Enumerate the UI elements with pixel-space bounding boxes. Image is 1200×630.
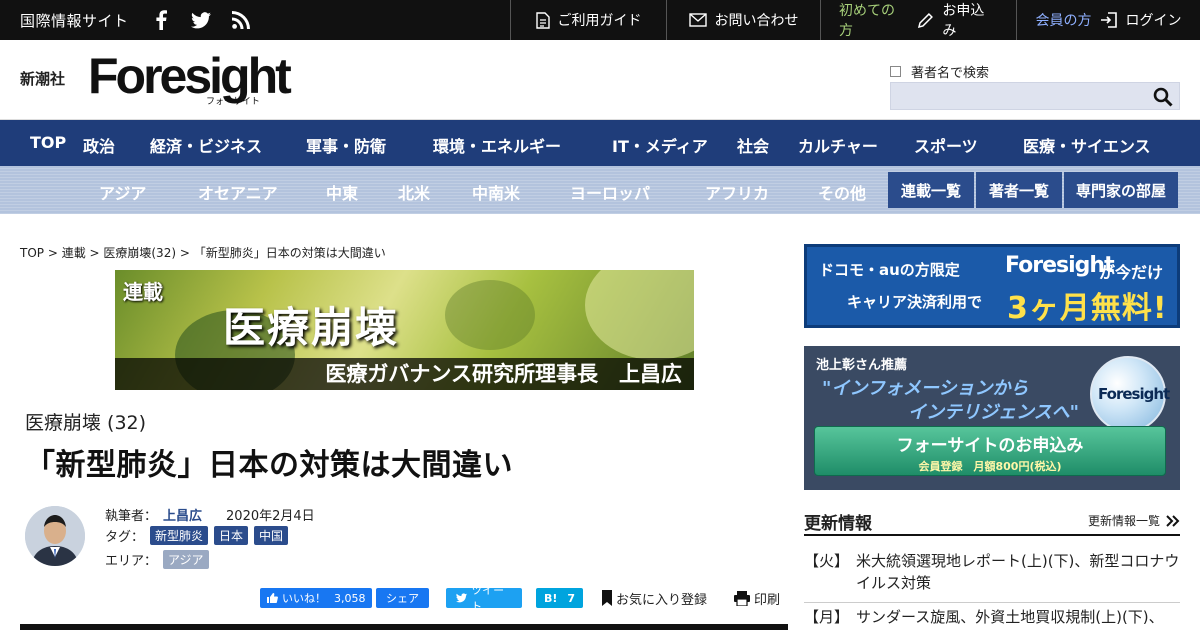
region-latin-america[interactable]: 中南米: [472, 180, 520, 204]
tweet-button[interactable]: ツイート: [446, 584, 522, 613]
region-asia[interactable]: アジア: [99, 180, 146, 204]
document-icon: [535, 11, 550, 29]
author-search-toggle[interactable]: 著者名で検索: [890, 62, 989, 81]
region-other[interactable]: その他: [818, 180, 866, 204]
series-list-button[interactable]: 連載一覧: [888, 172, 974, 208]
banner-decoration: [445, 280, 535, 350]
mail-icon: [688, 13, 707, 27]
article-title: 「新型肺炎」日本の対策は大間違い: [25, 448, 513, 483]
facebook-share-button[interactable]: シェア: [376, 588, 429, 608]
banner-subtitle: 医療ガバナンス研究所理事長 上昌広: [115, 358, 694, 390]
publish-date: 2020年2月4日: [226, 509, 315, 524]
breadcrumb[interactable]: TOP > 連載 > 医療崩壊(32) > 「新型肺炎」日本の対策は大間違い: [20, 244, 386, 261]
author-list-button[interactable]: 著者一覧: [976, 172, 1062, 208]
site-header: 新潮社 Foresight フォーサイト 著者名で検索: [0, 40, 1200, 120]
social-links: [151, 10, 251, 30]
region-north-america[interactable]: 北米: [398, 180, 430, 204]
tag-chip[interactable]: 日本: [214, 526, 249, 545]
site-logo-sub: フォーサイト: [206, 97, 260, 107]
region-europe[interactable]: ヨーロッパ: [570, 180, 650, 204]
twitter-icon: [456, 593, 468, 603]
banner-title: 医療崩壊: [223, 303, 400, 352]
nav-environment[interactable]: 環境・エネルギー: [433, 133, 561, 157]
series-banner[interactable]: 連載 医療崩壊 医療ガバナンス研究所理事長 上昌広: [115, 270, 694, 390]
region-nav: アジア オセアニア 中東 北米 中南米 ヨーロッパ アフリカ その他 連載一覧 …: [0, 166, 1200, 214]
nav-it-media[interactable]: IT・メディア: [612, 133, 708, 157]
top-links: ご利用ガイド お問い合わせ 初めての方 お申込み 会員の方 ログイン: [510, 0, 1200, 40]
hatena-bookmark-button[interactable]: B! 7: [536, 588, 584, 608]
twitter-icon[interactable]: [190, 10, 211, 30]
subscription-ad: 池上彰さん推薦 "インフォメーションから インテリジェンスへ" Foresigh…: [804, 346, 1180, 490]
nav-sports[interactable]: スポーツ: [914, 133, 978, 157]
banner-label: 連載: [123, 280, 163, 304]
bookmark-icon: [602, 590, 612, 606]
globe-icon: Foresight: [1090, 356, 1170, 432]
subscribe-button[interactable]: フォーサイトのお申込み 会員登録 月額800円(税込): [814, 426, 1166, 476]
nav-economy[interactable]: 経済・ビジネス: [150, 133, 262, 157]
rss-icon[interactable]: [231, 10, 251, 30]
banner-decoration: [585, 270, 694, 360]
divider: [804, 602, 1180, 603]
ad-brand-logo: Foresight: [1005, 253, 1115, 278]
tag-chip[interactable]: 新型肺炎: [150, 526, 209, 545]
updates-heading: 更新情報: [804, 514, 872, 534]
contact-link[interactable]: お問い合わせ: [666, 0, 820, 40]
double-chevron-right-icon: [1166, 514, 1180, 527]
updates-more-link[interactable]: 更新情報一覧: [1088, 512, 1180, 529]
nav-top[interactable]: TOP: [30, 133, 66, 152]
updates-header: 更新情報 更新情報一覧: [804, 508, 1180, 536]
favorite-button[interactable]: お気に入り登録: [602, 588, 707, 608]
author-avatar[interactable]: [25, 506, 85, 566]
author-search-checkbox[interactable]: [890, 66, 901, 77]
nav-medical-science[interactable]: 医療・サイエンス: [1023, 133, 1151, 157]
area-chip[interactable]: アジア: [163, 550, 209, 569]
nav-culture[interactable]: カルチャー: [798, 133, 878, 157]
main-nav: TOP 政治 経済・ビジネス 軍事・防衛 環境・エネルギー IT・メディア 社会…: [0, 120, 1200, 166]
search-icon[interactable]: [1153, 87, 1173, 107]
print-button[interactable]: 印刷: [734, 588, 780, 608]
nav-military[interactable]: 軍事・防衛: [306, 133, 386, 157]
region-africa[interactable]: アフリカ: [705, 180, 769, 204]
region-middle-east[interactable]: 中東: [326, 180, 358, 204]
author-link[interactable]: 上昌広: [163, 505, 202, 524]
region-oceania[interactable]: オセアニア: [198, 180, 278, 204]
tag-chip[interactable]: 中国: [254, 526, 289, 545]
site-name: 国際情報サイト: [20, 11, 129, 30]
content-divider: [20, 624, 788, 630]
guide-link[interactable]: ご利用ガイド: [510, 0, 666, 40]
apply-link[interactable]: 初めての方 お申込み: [820, 0, 1016, 40]
thumbs-up-icon: [267, 593, 278, 603]
carrier-campaign-ad[interactable]: ドコモ・auの方限定 キャリア決済利用で Foresight が今だけ 3ヶ月無…: [804, 244, 1180, 328]
search-input[interactable]: [890, 82, 1180, 110]
publisher-name: 新潮社: [20, 70, 66, 88]
series-name[interactable]: 医療崩壊 (32): [25, 408, 146, 435]
top-bar: 国際情報サイト ご利用ガイド お問い合わせ 初めての方 お申込み 会員の方 ログ…: [0, 0, 1200, 40]
author-line: 執筆者： 上昌広 2020年2月4日: [105, 505, 315, 524]
printer-icon: [734, 590, 750, 606]
facebook-icon[interactable]: [151, 10, 171, 30]
tags-line: タグ： 新型肺炎 日本 中国: [105, 526, 289, 545]
experts-room-button[interactable]: 専門家の部屋: [1064, 172, 1178, 208]
area-line: エリア： アジア: [105, 550, 209, 569]
nav-politics[interactable]: 政治: [83, 133, 115, 157]
pencil-icon: [917, 12, 933, 28]
nav-society[interactable]: 社会: [737, 133, 769, 157]
login-icon: [1100, 12, 1117, 28]
facebook-like-button[interactable]: いいね！ 3,058: [260, 588, 372, 608]
login-link[interactable]: 会員の方 ログイン: [1016, 0, 1200, 40]
